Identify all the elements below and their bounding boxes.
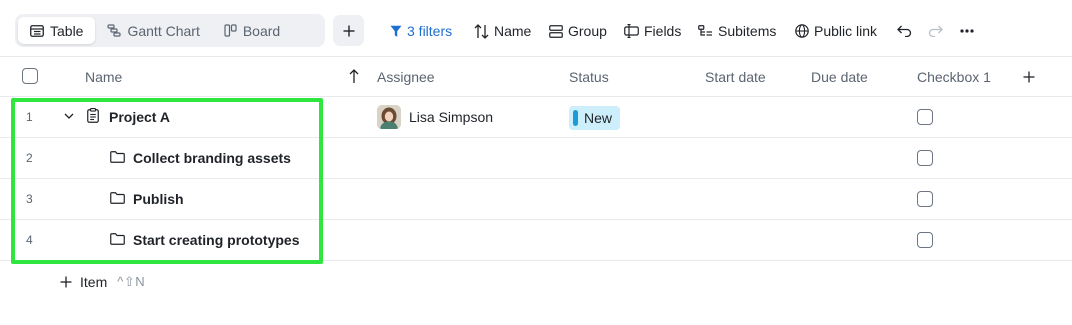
redo-icon bbox=[928, 25, 943, 37]
subitems-label: Subitems bbox=[718, 23, 777, 39]
toolbar: Table Gantt Chart Board 3 filters Name G… bbox=[0, 0, 1072, 56]
status-indicator bbox=[573, 110, 578, 126]
group-label: Group bbox=[568, 23, 607, 39]
row-checkbox[interactable] bbox=[917, 109, 933, 125]
redo-button[interactable] bbox=[928, 20, 943, 42]
tab-table-label: Table bbox=[50, 22, 84, 39]
sort-button[interactable]: Name bbox=[474, 20, 531, 42]
public-link-label: Public link bbox=[814, 23, 878, 39]
assignee-name: Lisa Simpson bbox=[409, 109, 494, 125]
assignee-cell[interactable]: Lisa Simpson bbox=[377, 105, 493, 129]
column-header-due-date[interactable]: Due date bbox=[811, 69, 868, 85]
column-header-checkbox-1[interactable]: Checkbox 1 bbox=[917, 69, 991, 85]
row-checkbox[interactable] bbox=[917, 191, 933, 207]
row-checkbox[interactable] bbox=[917, 150, 933, 166]
public-link-button[interactable]: Public link bbox=[795, 20, 877, 42]
gantt-icon bbox=[107, 24, 122, 37]
add-item-shortcut: ^⇧N bbox=[117, 274, 146, 289]
filters-button[interactable]: 3 filters bbox=[390, 20, 452, 42]
tab-table[interactable]: Table bbox=[18, 17, 96, 44]
filter-icon bbox=[390, 25, 402, 37]
table-header: Name Assignee Status Start date Due date… bbox=[0, 56, 1072, 97]
plus-icon bbox=[343, 25, 354, 36]
status-badge[interactable]: New bbox=[569, 106, 621, 130]
column-header-status[interactable]: Status bbox=[569, 69, 609, 85]
tab-gantt-label: Gantt Chart bbox=[127, 22, 200, 39]
column-header-assignee[interactable]: Assignee bbox=[377, 69, 435, 85]
add-column-icon[interactable] bbox=[1023, 71, 1035, 83]
fields-icon bbox=[624, 24, 639, 38]
sort-label: Name bbox=[494, 23, 532, 39]
filters-label: 3 filters bbox=[407, 23, 453, 39]
tab-gantt-chart[interactable]: Gantt Chart bbox=[95, 17, 211, 44]
fields-button[interactable]: Fields bbox=[624, 20, 681, 42]
select-all-checkbox[interactable] bbox=[22, 68, 38, 84]
tab-board-label: Board bbox=[242, 22, 281, 39]
board-icon bbox=[224, 24, 237, 37]
plus-icon bbox=[60, 276, 72, 288]
tab-board[interactable]: Board bbox=[212, 17, 292, 44]
view-switcher: Table Gantt Chart Board bbox=[15, 14, 325, 47]
status-label: New bbox=[584, 110, 613, 126]
subitems-button[interactable]: Subitems bbox=[698, 20, 776, 42]
sort-ascending-icon[interactable] bbox=[349, 69, 359, 84]
more-button[interactable] bbox=[960, 20, 974, 42]
column-header-name[interactable]: Name bbox=[85, 69, 122, 85]
selection-highlight bbox=[11, 98, 323, 264]
table-icon bbox=[30, 24, 44, 37]
row-checkbox[interactable] bbox=[917, 232, 933, 248]
subitems-icon bbox=[698, 24, 712, 36]
undo-icon bbox=[897, 25, 912, 37]
add-item-label: Item bbox=[80, 274, 108, 290]
group-icon bbox=[549, 24, 563, 38]
undo-button[interactable] bbox=[897, 20, 912, 42]
group-button[interactable]: Group bbox=[549, 20, 607, 42]
add-item-button[interactable]: Item ^⇧N bbox=[60, 272, 145, 292]
add-view-button[interactable] bbox=[333, 15, 364, 46]
avatar bbox=[377, 105, 401, 129]
sort-icon bbox=[474, 23, 489, 39]
column-header-start-date[interactable]: Start date bbox=[705, 69, 766, 85]
globe-icon bbox=[795, 24, 809, 38]
more-icon bbox=[960, 29, 974, 33]
fields-label: Fields bbox=[644, 23, 682, 39]
